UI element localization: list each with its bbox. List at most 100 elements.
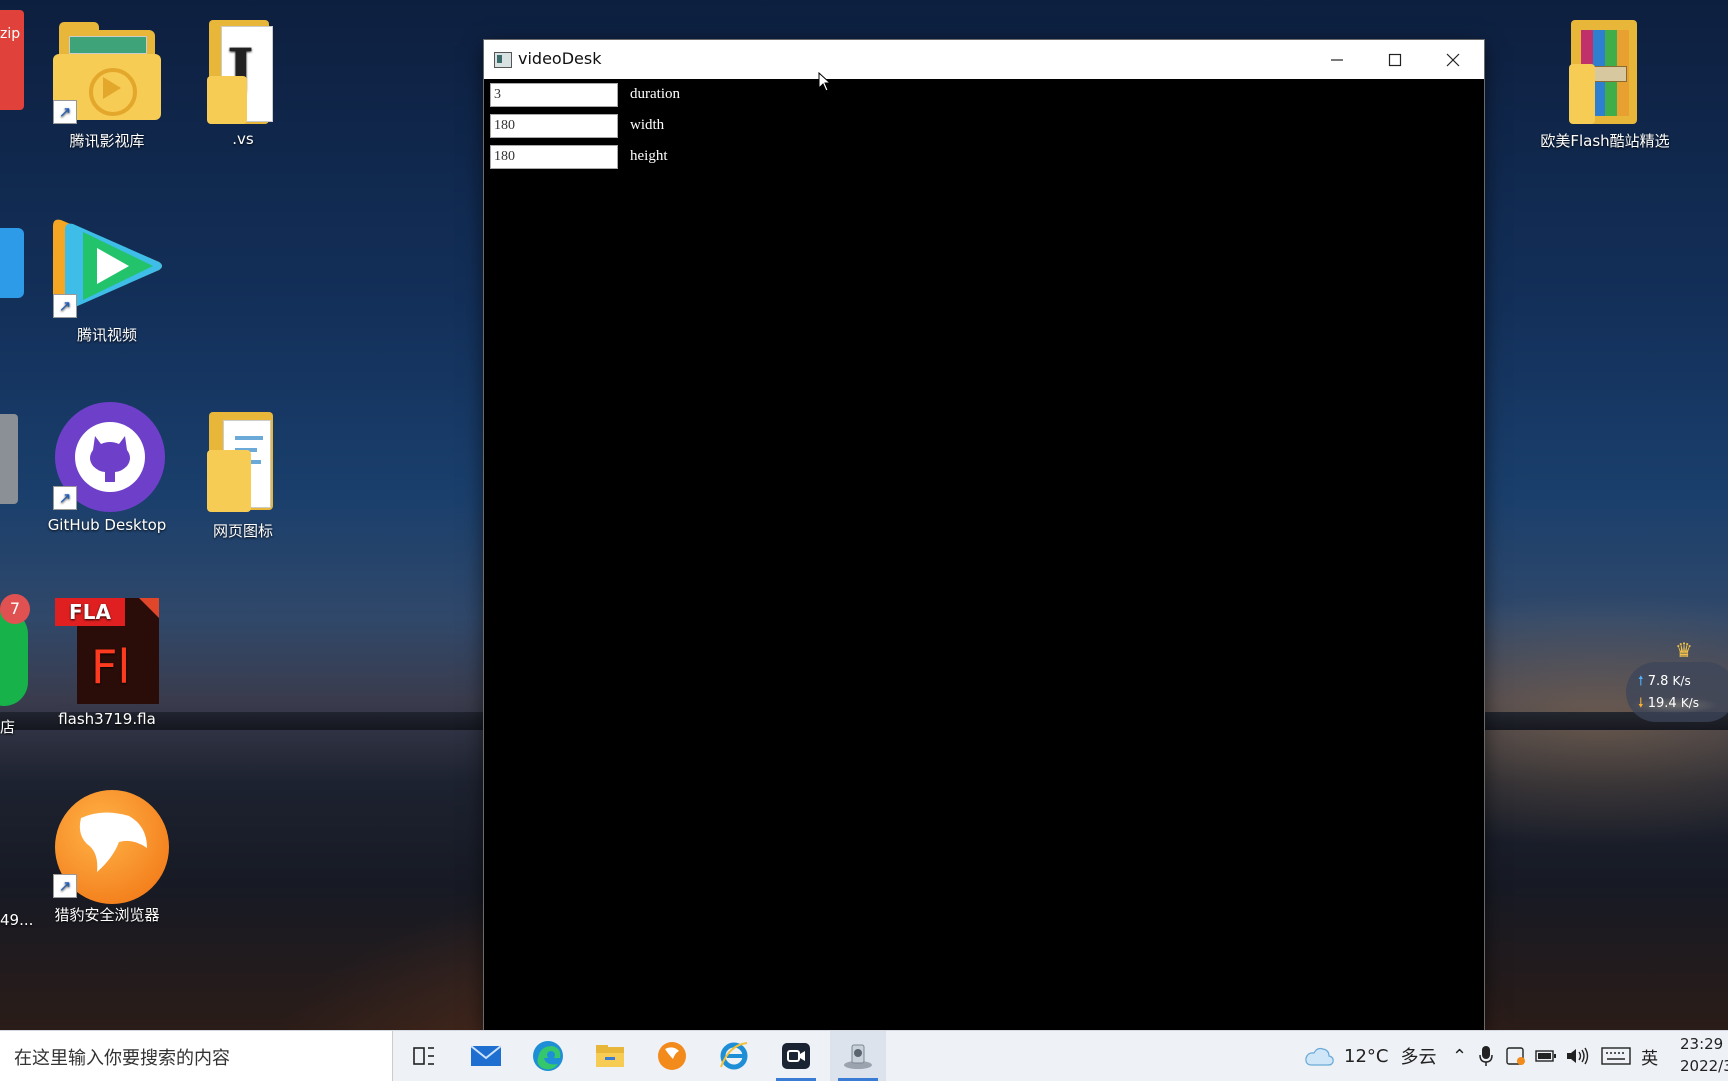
duration-label: duration — [630, 86, 680, 102]
height-label: height — [630, 148, 668, 164]
weather-widget[interactable]: 12°C 多云 — [1304, 1031, 1436, 1081]
vip-crown-icon: ♛ — [1675, 638, 1693, 662]
icon-label: 欧美Flash酷站精选 — [1540, 132, 1670, 150]
window-titlebar[interactable]: videoDesk — [484, 40, 1484, 79]
duration-input[interactable] — [490, 83, 618, 107]
cheetah-browser-icon: ↗ — [47, 790, 169, 904]
badge-count: 7 — [9, 599, 21, 618]
volume-icon[interactable] — [1565, 1046, 1591, 1066]
mail-icon — [470, 1045, 502, 1066]
partial-app-icon[interactable] — [0, 228, 24, 298]
shortcut-arrow-icon: ↗ — [53, 100, 77, 124]
icon-label: 腾讯视频 — [76, 326, 137, 344]
show-hidden-icons-icon[interactable]: ⌃ — [1452, 1046, 1467, 1067]
desktop-icon-github-desktop[interactable]: ↗ GitHub Desktop — [42, 402, 172, 534]
browser-icon — [658, 1042, 686, 1070]
partial-store-label: 店 — [0, 718, 16, 736]
browser-button[interactable] — [644, 1031, 700, 1081]
partial-file-label: 49... — [0, 911, 34, 929]
desktop-icon-flash-sites-archive[interactable]: 欧美Flash酷站精选 — [1540, 16, 1670, 151]
file-explorer-button[interactable] — [582, 1031, 638, 1081]
edge-icon — [533, 1041, 563, 1071]
app-window-icon — [494, 52, 512, 68]
clock-time: 23:29 — [1680, 1035, 1724, 1053]
minimize-button[interactable] — [1308, 40, 1366, 79]
download-speed: 19.4 — [1647, 696, 1677, 711]
desktop-icon-tencent-video-library[interactable]: ↗ 腾讯影视库 — [42, 16, 172, 151]
partial-zip-label: zip — [0, 26, 21, 42]
width-label: width — [630, 117, 665, 133]
icon-label: GitHub Desktop — [47, 516, 167, 534]
search-placeholder: 在这里输入你要搜索的内容 — [14, 1048, 230, 1069]
taskbar-clock[interactable]: 23:29 2022/3 — [1680, 1033, 1728, 1077]
desktop-icon-tencent-video[interactable]: ↗ 腾讯视频 — [42, 210, 172, 345]
cloud-icon — [1305, 1047, 1334, 1066]
tencent-video-library-icon: ↗ — [47, 16, 167, 126]
desktop: zip 7 店 49... ↗ 腾讯影视库 J .vs ↗ 腾讯视频 ↗ Git… — [0, 0, 1728, 1030]
icon-label: 猎豹安全浏览器 — [54, 906, 160, 924]
window-client-area: duration width height — [484, 79, 1484, 1030]
weather-temperature: 12°C — [1344, 1045, 1389, 1067]
shortcut-arrow-icon: ↗ — [53, 294, 77, 318]
icon-label: .vs — [232, 130, 254, 148]
battery-icon[interactable] — [1535, 1049, 1557, 1063]
file-explorer-icon — [596, 1045, 624, 1067]
network-speed-widget[interactable]: 🠕 7.8 K/s 🠗 19.4 K/s — [1626, 662, 1728, 722]
partial-zip-icon[interactable]: zip — [0, 10, 24, 110]
maximize-icon — [1388, 53, 1402, 66]
task-view-icon — [413, 1047, 434, 1065]
partial-store-icon[interactable] — [0, 610, 28, 706]
video-record-button[interactable] — [768, 1031, 824, 1081]
notification-badge: 7 — [0, 594, 30, 624]
download-speed-unit: K/s — [1680, 696, 1699, 710]
close-icon — [1446, 53, 1460, 66]
icon-label: 腾讯影视库 — [69, 132, 145, 150]
shortcut-arrow-icon: ↗ — [53, 486, 77, 510]
vs-folder-icon: J — [183, 16, 303, 126]
weather-description: 多云 — [1400, 1047, 1437, 1068]
videodesk-window[interactable]: videoDesk duration width height — [484, 40, 1484, 1030]
tencent-video-icon: ↗ — [47, 210, 167, 320]
upload-speed: 7.8 — [1647, 674, 1669, 689]
winrar-archive-icon — [1545, 16, 1665, 126]
flash-file-icon: FLA Fl — [47, 596, 167, 706]
folder-icon — [183, 406, 303, 516]
clock-date: 2022/3 — [1680, 1057, 1728, 1075]
desktop-icon-flash-file[interactable]: FLA Fl flash3719.fla — [42, 596, 172, 728]
desktop-icon-cheetah-browser[interactable]: ↗ 猎豹安全浏览器 — [42, 790, 172, 925]
fla-badge-text: FLA — [69, 600, 111, 624]
ie-icon — [720, 1042, 748, 1070]
video-record-icon — [782, 1043, 810, 1069]
input-method-indicator[interactable]: 英 — [1641, 1044, 1658, 1069]
mouse-cursor-icon — [818, 72, 832, 92]
keyboard-icon[interactable] — [1601, 1047, 1631, 1065]
taskbar-search-box[interactable]: 在这里输入你要搜索的内容 — [0, 1031, 393, 1081]
partial-recycle-icon[interactable] — [0, 414, 18, 504]
icon-label: 网页图标 — [212, 522, 273, 540]
microphone-icon[interactable] — [1479, 1045, 1493, 1067]
videodesk-taskbar-button[interactable] — [830, 1031, 886, 1081]
window-title: videoDesk — [518, 49, 602, 68]
task-view-button[interactable] — [396, 1031, 452, 1081]
shortcut-arrow-icon: ↗ — [53, 874, 77, 898]
upload-speed-unit: K/s — [1672, 674, 1691, 688]
ie-button[interactable] — [706, 1031, 762, 1081]
edge-button[interactable] — [520, 1031, 576, 1081]
close-button[interactable] — [1424, 40, 1482, 79]
desktop-icon-web-icons-folder[interactable]: 网页图标 — [178, 406, 308, 541]
height-input[interactable] — [490, 145, 618, 169]
videodesk-app-icon — [844, 1044, 872, 1069]
width-input[interactable] — [490, 114, 618, 138]
icon-label: flash3719.fla — [58, 710, 156, 728]
taskbar: 在这里输入你要搜索的内容 12°C 多云 ⌃ 英 23:29 2022/3 — [0, 1030, 1728, 1081]
app-tray-icon[interactable] — [1505, 1045, 1527, 1067]
fl-logo-text: Fl — [91, 640, 131, 694]
system-tray: ⌃ 英 — [1452, 1031, 1658, 1081]
desktop-icon-vs-folder[interactable]: J .vs — [178, 16, 308, 148]
mail-button[interactable] — [458, 1031, 514, 1081]
upload-arrow-icon: 🠕 — [1638, 674, 1644, 689]
maximize-button[interactable] — [1366, 40, 1424, 79]
minimize-icon — [1331, 58, 1343, 61]
download-arrow-icon: 🠗 — [1638, 696, 1644, 711]
github-desktop-icon: ↗ — [47, 402, 167, 512]
